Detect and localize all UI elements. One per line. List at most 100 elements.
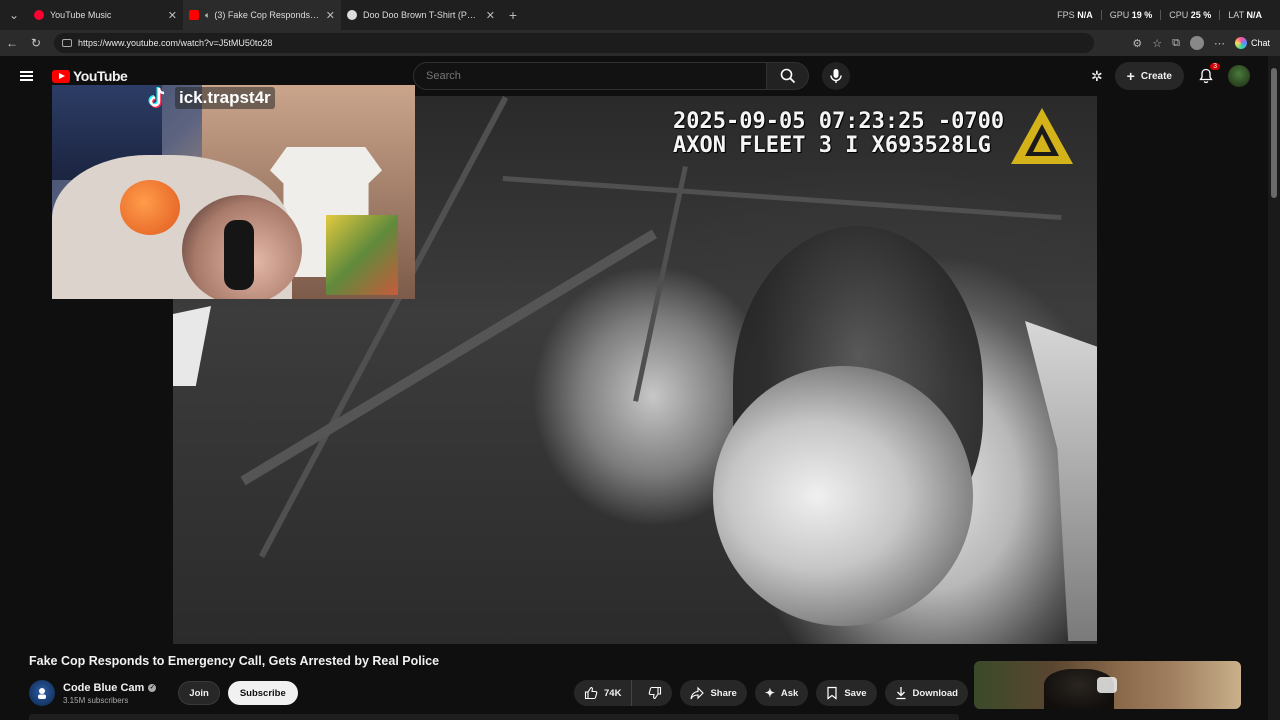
video-title: Fake Cop Responds to Emergency Call, Get… bbox=[29, 654, 440, 668]
back-arrow-icon[interactable]: ← bbox=[0, 30, 24, 56]
reload-icon[interactable]: ↻ bbox=[24, 30, 48, 56]
like-button[interactable]: 74K bbox=[574, 680, 633, 706]
sparkle-icon: ✦ bbox=[764, 686, 775, 700]
url-text: https://www.youtube.com/watch?v=J5tMU50t… bbox=[78, 38, 273, 48]
thumbnail-play-badge-icon bbox=[1097, 677, 1117, 693]
logo-text: YouTube bbox=[73, 68, 128, 84]
gpu-readout: GPU 19 % bbox=[1102, 10, 1162, 20]
chat-button[interactable]: Chat bbox=[1234, 37, 1270, 49]
toolbar-right-icons: ⚙ ☆ ⧉ ⋯ Chat bbox=[1132, 36, 1280, 50]
webcam-poster bbox=[326, 215, 398, 295]
share-button[interactable]: Share bbox=[680, 680, 747, 706]
recommended-video-thumbnail[interactable] bbox=[974, 661, 1241, 709]
tab-title: YouTube Music bbox=[50, 10, 112, 20]
close-icon[interactable]: ✕ bbox=[480, 9, 495, 22]
cast-settings-icon[interactable]: ✲ bbox=[1091, 68, 1103, 85]
bell-icon bbox=[1199, 68, 1213, 84]
microphone-icon bbox=[830, 69, 842, 83]
search-icon bbox=[780, 68, 795, 84]
profile-avatar[interactable] bbox=[1189, 36, 1204, 50]
channel-info: Code Blue Cam ✓ 3.15M subscribers bbox=[63, 682, 157, 705]
timestamp-line-2: AXON FLEET 3 I X693528LG bbox=[673, 133, 991, 158]
fps-readout: FPS N/A bbox=[1049, 10, 1102, 20]
chat-label: Chat bbox=[1250, 38, 1270, 48]
tab-title: Doo Doo Brown T-Shirt (PRE-ORD bbox=[363, 10, 480, 20]
plus-icon: + bbox=[1126, 68, 1135, 84]
timestamp-line-1: 2025-09-05 07:23:25 -0700 bbox=[673, 109, 1005, 134]
subscribe-button[interactable]: Subscribe bbox=[227, 681, 298, 705]
favorites-icon[interactable]: ☆ bbox=[1152, 37, 1162, 50]
voice-search-button[interactable] bbox=[822, 62, 850, 90]
notification-badge: 3 bbox=[1210, 63, 1220, 70]
search-box bbox=[413, 62, 809, 90]
page-scrollbar[interactable] bbox=[1268, 56, 1280, 720]
subscriber-count: 3.15M subscribers bbox=[63, 695, 129, 705]
search-button[interactable] bbox=[767, 62, 809, 90]
close-icon[interactable]: ✕ bbox=[162, 9, 177, 22]
tiktok-watermark: ick.trapst4r bbox=[145, 85, 275, 111]
extensions-icon[interactable]: ⚙ bbox=[1132, 37, 1142, 50]
share-label: Share bbox=[710, 687, 737, 699]
channel-name[interactable]: Code Blue Cam bbox=[63, 682, 144, 694]
tab-current-video[interactable]: 🔈︎ (3) Fake Cop Responds to Em ✕ bbox=[183, 0, 341, 30]
youtube-icon bbox=[189, 10, 199, 20]
browser-tab-bar: ⌄ YouTube Music ✕ 🔈︎ (3) Fake Cop Respon… bbox=[0, 0, 1280, 30]
collections-icon[interactable]: ⧉ bbox=[1172, 37, 1180, 50]
menu-icon[interactable] bbox=[0, 69, 52, 83]
join-button[interactable]: Join bbox=[178, 681, 220, 705]
thumbs-up-icon bbox=[584, 686, 598, 700]
create-label: Create bbox=[1140, 70, 1172, 82]
scrollbar-thumb[interactable] bbox=[1271, 68, 1277, 198]
axon-logo-icon bbox=[1011, 108, 1073, 164]
lat-readout: LAT N/A bbox=[1228, 10, 1262, 20]
bodycam-timestamp: 2025-09-05 07:23:25 -0700 AXON FLEET 3 I… bbox=[673, 110, 1004, 158]
new-tab-plus-icon[interactable]: + bbox=[501, 7, 525, 23]
tiktok-handle-text: ick.trapst4r bbox=[175, 87, 275, 109]
account-avatar[interactable] bbox=[1228, 65, 1250, 87]
close-icon[interactable]: ✕ bbox=[320, 9, 335, 22]
youtube-logo[interactable]: YouTube bbox=[52, 68, 128, 84]
like-count: 74K bbox=[604, 687, 622, 699]
channel-name-row[interactable]: Code Blue Cam ✓ bbox=[63, 682, 157, 694]
webcam-headset bbox=[224, 220, 254, 290]
person-face bbox=[713, 366, 973, 626]
search-input[interactable] bbox=[413, 62, 768, 90]
save-button[interactable]: Save bbox=[816, 680, 877, 706]
youtube-music-icon bbox=[34, 10, 44, 20]
channel-row: Code Blue Cam ✓ 3.15M subscribers Join S… bbox=[29, 677, 298, 709]
header-actions: ✲ + Create 3 bbox=[1091, 62, 1250, 90]
address-bar[interactable]: https://www.youtube.com/watch?v=J5tMU50t… bbox=[54, 33, 1094, 53]
tab-youtube-music[interactable]: YouTube Music ✕ bbox=[28, 0, 183, 30]
thumbs-down-icon bbox=[649, 686, 662, 700]
police-badge-icon bbox=[38, 688, 46, 699]
description-box-edge bbox=[29, 714, 959, 720]
bookmark-icon bbox=[827, 686, 837, 700]
dislike-button[interactable] bbox=[638, 680, 672, 706]
download-label: Download bbox=[912, 687, 958, 699]
copilot-icon bbox=[1234, 37, 1247, 49]
ask-label: Ask bbox=[780, 687, 799, 699]
download-button[interactable]: Download bbox=[884, 680, 968, 706]
store-icon bbox=[347, 10, 357, 20]
create-button[interactable]: + Create bbox=[1114, 62, 1184, 90]
like-dislike-group: 74K bbox=[574, 680, 673, 706]
share-arrow-icon bbox=[690, 686, 705, 700]
speaker-icon[interactable]: 🔈︎ bbox=[205, 10, 210, 21]
download-icon bbox=[896, 687, 906, 700]
youtube-play-icon bbox=[52, 69, 70, 83]
more-icon[interactable]: ⋯ bbox=[1214, 37, 1225, 50]
ask-button[interactable]: ✦ Ask bbox=[754, 680, 809, 706]
tab-list-chevron-icon[interactable]: ⌄ bbox=[0, 0, 28, 30]
cpu-readout: CPU 25 % bbox=[1161, 10, 1221, 20]
tab-title: (3) Fake Cop Responds to Em bbox=[214, 10, 320, 20]
tab-doo-doo-brown[interactable]: Doo Doo Brown T-Shirt (PRE-ORD ✕ bbox=[341, 0, 501, 30]
notifications-button[interactable]: 3 bbox=[1196, 63, 1220, 86]
channel-avatar[interactable] bbox=[29, 680, 55, 706]
site-info-icon[interactable] bbox=[62, 39, 72, 47]
tiktok-icon bbox=[148, 87, 165, 108]
browser-toolbar: ← ↻ https://www.youtube.com/watch?v=J5tM… bbox=[0, 30, 1280, 56]
performance-overlay: FPS N/A GPU 19 % CPU 25 % LAT N/A bbox=[1049, 0, 1270, 30]
video-actions: 74K Share ✦ Ask Save Download ⋯ bbox=[574, 680, 1002, 706]
save-label: Save bbox=[844, 687, 867, 699]
streamer-webcam bbox=[52, 85, 415, 299]
